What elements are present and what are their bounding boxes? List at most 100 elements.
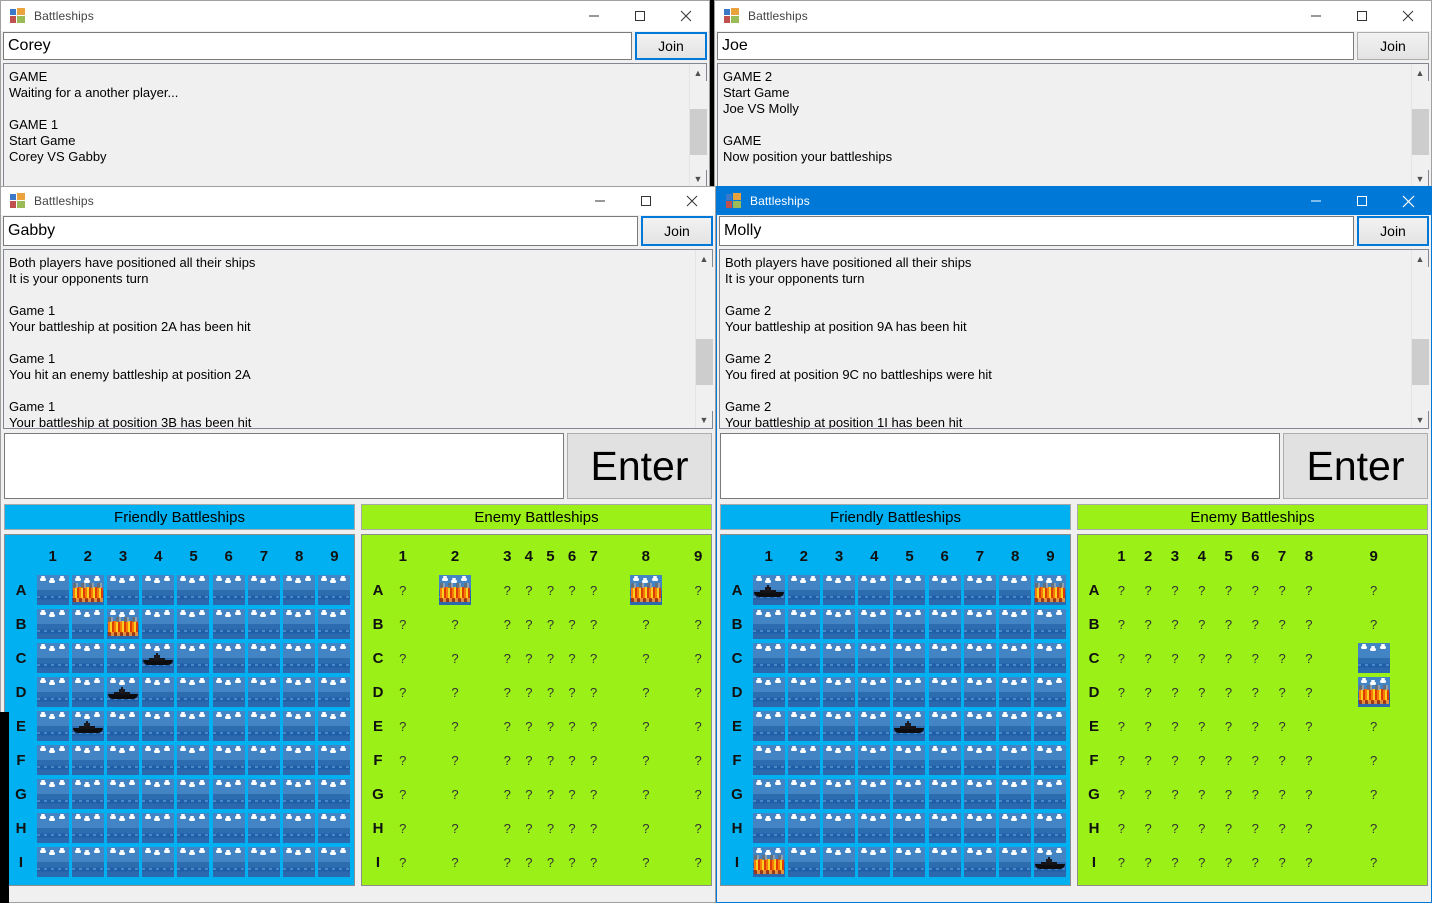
grid-cell-4H[interactable]: ? bbox=[518, 811, 540, 845]
friendly-board[interactable]: 1 2 3 4 5 6 7 8 9 ABCDEFGHI bbox=[720, 534, 1071, 886]
grid-cell-6D[interactable] bbox=[927, 675, 962, 709]
grid-cell-1C[interactable] bbox=[35, 641, 70, 675]
water-tile[interactable] bbox=[999, 813, 1032, 843]
hit-tile[interactable] bbox=[439, 575, 472, 605]
ship-tile[interactable] bbox=[1034, 847, 1067, 877]
grid-cell-6F[interactable] bbox=[211, 743, 246, 777]
water-tile[interactable] bbox=[36, 813, 69, 843]
join-button[interactable]: Join bbox=[1357, 32, 1429, 60]
grid-cell-4I[interactable]: ? bbox=[1188, 845, 1215, 879]
water-tile[interactable] bbox=[247, 677, 280, 707]
grid-cell-2E[interactable]: ? bbox=[414, 709, 497, 743]
water-tile[interactable] bbox=[212, 609, 245, 639]
grid-cell-1H[interactable]: ? bbox=[1108, 811, 1135, 845]
grid-cell-2H[interactable] bbox=[786, 811, 821, 845]
grid-cell-3B[interactable]: ? bbox=[1162, 607, 1189, 641]
grid-cell-5D[interactable]: ? bbox=[540, 675, 562, 709]
grid-cell-7A[interactable] bbox=[246, 573, 281, 607]
grid-cell-8G[interactable]: ? bbox=[1295, 777, 1322, 811]
water-tile[interactable] bbox=[858, 813, 891, 843]
player-name-input[interactable]: Molly bbox=[719, 216, 1354, 246]
grid-cell-3G[interactable] bbox=[105, 777, 140, 811]
grid-cell-3C[interactable] bbox=[821, 641, 856, 675]
water-tile[interactable] bbox=[787, 575, 820, 605]
grid-cell-4H[interactable]: ? bbox=[1188, 811, 1215, 845]
water-tile[interactable] bbox=[858, 643, 891, 673]
grid-cell-8I[interactable] bbox=[998, 845, 1033, 879]
grid-cell-6F[interactable] bbox=[927, 743, 962, 777]
grid-cell-1F[interactable]: ? bbox=[392, 743, 414, 777]
grid-cell-8E[interactable] bbox=[998, 709, 1033, 743]
water-tile[interactable] bbox=[1034, 711, 1067, 741]
grid-cell-2E[interactable] bbox=[70, 709, 105, 743]
grid-cell-3G[interactable]: ? bbox=[496, 777, 518, 811]
scroll-thumb[interactable] bbox=[1411, 109, 1429, 155]
water-tile[interactable] bbox=[36, 711, 69, 741]
water-tile[interactable] bbox=[858, 711, 891, 741]
maximize-icon[interactable] bbox=[623, 186, 669, 216]
grid-cell-2I[interactable]: ? bbox=[414, 845, 497, 879]
friendly-board[interactable]: 1 2 3 4 5 6 7 8 9 ABCDEFGHI bbox=[4, 534, 355, 886]
water-tile[interactable] bbox=[928, 609, 961, 639]
log-scrollbar[interactable]: ▲ ▼ bbox=[1411, 64, 1429, 187]
friendly-grid[interactable]: 1 2 3 4 5 6 7 8 9 ABCDEFGHI bbox=[723, 539, 1068, 879]
grid-cell-5D[interactable]: ? bbox=[1215, 675, 1242, 709]
water-tile[interactable] bbox=[212, 677, 245, 707]
grid-cell-3C[interactable]: ? bbox=[496, 641, 518, 675]
grid-cell-8G[interactable] bbox=[282, 777, 317, 811]
grid-cell-4C[interactable] bbox=[141, 641, 176, 675]
grid-cell-2A[interactable] bbox=[414, 573, 497, 607]
grid-cell-1F[interactable] bbox=[751, 743, 786, 777]
grid-cell-8A[interactable] bbox=[998, 573, 1033, 607]
water-tile[interactable] bbox=[212, 711, 245, 741]
water-tile[interactable] bbox=[823, 575, 856, 605]
water-tile[interactable] bbox=[928, 779, 961, 809]
grid-cell-1F[interactable] bbox=[35, 743, 70, 777]
grid-cell-5G[interactable] bbox=[892, 777, 927, 811]
grid-cell-7C[interactable]: ? bbox=[583, 641, 605, 675]
grid-cell-2E[interactable]: ? bbox=[1135, 709, 1162, 743]
grid-cell-3H[interactable] bbox=[105, 811, 140, 845]
water-tile[interactable] bbox=[1034, 677, 1067, 707]
grid-cell-5E[interactable] bbox=[176, 709, 211, 743]
water-tile[interactable] bbox=[928, 847, 961, 877]
grid-cell-6F[interactable]: ? bbox=[1242, 743, 1269, 777]
water-tile[interactable] bbox=[928, 575, 961, 605]
grid-cell-4I[interactable] bbox=[141, 845, 176, 879]
water-tile[interactable] bbox=[36, 847, 69, 877]
grid-cell-9E[interactable] bbox=[1033, 709, 1068, 743]
grid-cell-9A[interactable] bbox=[1033, 573, 1068, 607]
grid-cell-7I[interactable] bbox=[962, 845, 997, 879]
water-tile[interactable] bbox=[142, 813, 175, 843]
grid-cell-3F[interactable] bbox=[821, 743, 856, 777]
grid-cell-3E[interactable]: ? bbox=[496, 709, 518, 743]
grid-cell-8C[interactable]: ? bbox=[604, 641, 687, 675]
grid-cell-6E[interactable] bbox=[927, 709, 962, 743]
grid-cell-3I[interactable]: ? bbox=[496, 845, 518, 879]
grid-cell-6H[interactable] bbox=[927, 811, 962, 845]
water-tile[interactable] bbox=[71, 745, 104, 775]
water-tile[interactable] bbox=[283, 643, 316, 673]
grid-cell-4H[interactable] bbox=[857, 811, 892, 845]
titlebar-corey[interactable]: Battleships bbox=[1, 1, 709, 31]
enemy-board[interactable]: 1 2 3 4 5 6 7 8 9 A????????? B????????? C???????? D?… bbox=[1077, 534, 1428, 886]
grid-cell-1G[interactable]: ? bbox=[1108, 777, 1135, 811]
water-tile[interactable] bbox=[36, 779, 69, 809]
grid-cell-7H[interactable]: ? bbox=[583, 811, 605, 845]
grid-cell-9C[interactable]: ? bbox=[687, 641, 709, 675]
ship-tile[interactable] bbox=[142, 643, 175, 673]
grid-cell-5E[interactable] bbox=[892, 709, 927, 743]
grid-cell-1H[interactable] bbox=[751, 811, 786, 845]
water-tile[interactable] bbox=[212, 643, 245, 673]
grid-cell-9H[interactable] bbox=[317, 811, 352, 845]
ship-tile[interactable] bbox=[71, 711, 104, 741]
grid-cell-6C[interactable] bbox=[927, 641, 962, 675]
window-molly[interactable]: Battleships Molly Join Both players have… bbox=[716, 186, 1432, 903]
grid-cell-6C[interactable]: ? bbox=[1242, 641, 1269, 675]
grid-cell-5A[interactable]: ? bbox=[540, 573, 562, 607]
grid-cell-2C[interactable] bbox=[70, 641, 105, 675]
grid-cell-3A[interactable] bbox=[105, 573, 140, 607]
grid-cell-7A[interactable] bbox=[962, 573, 997, 607]
grid-cell-2G[interactable] bbox=[786, 777, 821, 811]
join-button[interactable]: Join bbox=[635, 32, 707, 60]
